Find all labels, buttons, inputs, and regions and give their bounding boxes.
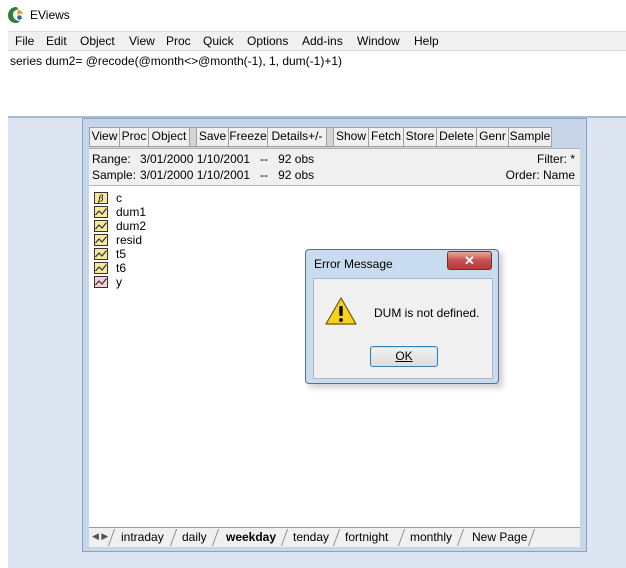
series-icon [94, 220, 108, 232]
command-text[interactable]: series dum2= @recode(@month<>@month(-1),… [10, 54, 342, 68]
object-name: t5 [116, 247, 127, 261]
fetch-button[interactable]: Fetch [369, 128, 404, 146]
save-button[interactable]: Save [197, 128, 229, 146]
menu-view[interactable]: View [128, 34, 156, 48]
workfile-toolbar: View Proc Object Save Freeze Details+/- … [89, 127, 552, 147]
menu-options[interactable]: Options [246, 34, 289, 48]
tab-monthly[interactable]: monthly [410, 530, 452, 544]
tab-separator [107, 529, 116, 546]
menu-bar: File Edit Object View Proc Quick Options… [8, 31, 626, 50]
object-name: t6 [116, 261, 127, 275]
window-title: EViews [30, 8, 70, 22]
page-tab-bar: ◀ ▶ intraday daily weekday tenday fortni… [89, 527, 580, 547]
store-button[interactable]: Store [404, 128, 437, 146]
object-name: resid [116, 233, 143, 247]
object-name: dum1 [116, 205, 147, 219]
object-name: c [116, 191, 122, 205]
details-button[interactable]: Details+/- [268, 128, 327, 146]
series-icon [94, 234, 108, 246]
object-name: dum2 [116, 219, 147, 233]
menu-file[interactable]: File [14, 34, 35, 48]
tab-weekday[interactable]: weekday [226, 530, 276, 544]
range-label: Range: [92, 152, 131, 166]
tab-fortnight[interactable]: fortnight [345, 530, 388, 544]
dialog-body: DUM is not defined. OK [313, 278, 493, 379]
delete-button[interactable]: Delete [437, 128, 477, 146]
menu-add-ins[interactable]: Add-ins [301, 34, 344, 48]
svg-text:β: β [97, 195, 103, 205]
ok-button[interactable]: OK [370, 346, 438, 367]
tab-separator [332, 529, 341, 546]
tab-separator [211, 529, 220, 546]
menu-proc[interactable]: Proc [165, 34, 192, 48]
sample-label: Sample: [92, 168, 137, 182]
tab-separator [397, 529, 406, 546]
error-dialog: Error Message ✕ DUM is not defined. OK [305, 249, 499, 384]
tab-separator [169, 529, 178, 546]
tab-intraday[interactable]: intraday [121, 530, 164, 544]
sample-button[interactable]: Sample [509, 128, 552, 146]
menu-help[interactable]: Help [413, 34, 440, 48]
ok-button-label: OK [395, 349, 413, 363]
sample-value[interactable]: 3/01/2000 1/10/2001 -- 92 obs [140, 168, 314, 182]
tab-separator [527, 529, 536, 546]
series-icon [94, 262, 108, 274]
series-icon [94, 248, 108, 260]
tab-new-page[interactable]: New Page [472, 530, 527, 544]
object-name: y [116, 275, 122, 289]
dialog-title: Error Message [314, 257, 393, 271]
menu-object[interactable]: Object [79, 34, 116, 48]
toolbar-separator [190, 128, 197, 146]
toolbar-separator [327, 128, 334, 146]
series-icon [94, 206, 108, 218]
tab-daily[interactable]: daily [182, 530, 207, 544]
eviews-logo-icon [8, 7, 23, 23]
menu-quick[interactable]: Quick [202, 34, 235, 48]
coefficient-icon: β [94, 192, 108, 204]
genr-button[interactable]: Genr [477, 128, 509, 146]
range-value[interactable]: 3/01/2000 1/10/2001 -- 92 obs [140, 152, 314, 166]
tab-tenday[interactable]: tenday [293, 530, 329, 544]
proc-button[interactable]: Proc [120, 128, 149, 146]
menu-edit[interactable]: Edit [45, 34, 68, 48]
order-value[interactable]: Order: Name [506, 168, 575, 182]
object-button[interactable]: Object [149, 128, 190, 146]
filter-value[interactable]: Filter: * [537, 152, 575, 166]
tab-separator [456, 529, 465, 546]
command-window[interactable]: series dum2= @recode(@month<>@month(-1),… [8, 50, 626, 116]
freeze-button[interactable]: Freeze [229, 128, 268, 146]
warning-icon [325, 297, 357, 325]
show-button[interactable]: Show [334, 128, 369, 146]
tab-scroll-arrows-icon[interactable]: ◀ ▶ [92, 531, 108, 542]
close-button[interactable]: ✕ [447, 251, 492, 270]
view-button[interactable]: View [90, 128, 120, 146]
menu-window[interactable]: Window [356, 34, 401, 48]
close-icon: ✕ [464, 253, 475, 268]
tab-separator [280, 529, 289, 546]
series-icon [94, 276, 108, 288]
error-message: DUM is not defined. [374, 306, 480, 320]
title-bar: EViews [0, 0, 626, 32]
workfile-info: Range: 3/01/2000 1/10/2001 -- 92 obs Sam… [89, 148, 580, 185]
